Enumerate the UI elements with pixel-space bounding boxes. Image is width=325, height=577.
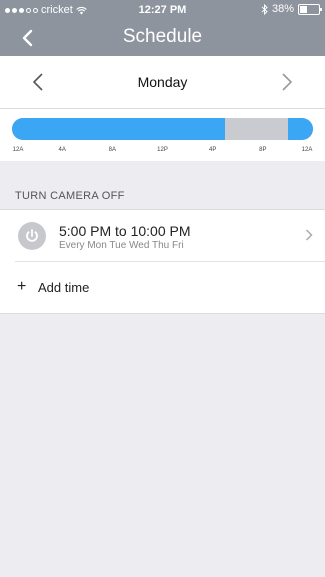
battery-icon [298, 3, 322, 15]
timeline-tick-label: 8A [108, 147, 116, 153]
battery-percent: 38% [271, 3, 294, 15]
selected-day: Monday [137, 74, 188, 90]
day-selector: Monday [0, 56, 325, 108]
plus-icon: + [17, 278, 27, 295]
timeline-on-segment [287, 118, 313, 140]
schedule-time-range: 5:00 PM to 10:00 PM [59, 223, 191, 239]
timeline-on-segment [12, 118, 226, 140]
next-day-chevron-icon[interactable] [281, 72, 293, 92]
timeline-tick-label: 4P [208, 147, 217, 153]
day-timeline: 12A 4A 8A 12P 4P 8P 12A [0, 108, 325, 161]
schedule-days: Every Mon Tue Wed Thu Fri [59, 240, 184, 251]
chevron-right-icon [305, 229, 313, 241]
add-time-button[interactable]: + Add time [0, 262, 325, 313]
timeline-tick-label: 12P [157, 147, 168, 153]
power-icon [18, 222, 46, 250]
schedule-row[interactable]: 5:00 PM to 10:00 PM Every Mon Tue Wed Th… [0, 210, 325, 261]
timeline-tick-label: 12A [12, 147, 24, 153]
bluetooth-icon [261, 3, 268, 15]
page-title: Schedule [122, 26, 203, 47]
timeline-tick-label: 8P [259, 147, 267, 153]
schedule-list: 5:00 PM to 10:00 PM Every Mon Tue Wed Th… [0, 209, 325, 314]
timeline-bar [12, 118, 313, 140]
timeline-tick-label: 12A [301, 147, 313, 153]
timeline-tick-label: 4A [58, 147, 66, 153]
section-label: TURN CAMERA OFF [15, 190, 125, 202]
nav-bar: Schedule [0, 20, 325, 56]
timeline-ticks: 12A 4A 8A 12P 4P 8P 12A [12, 147, 313, 157]
status-bar: cricket 12:27 PM 38% [0, 0, 325, 20]
add-time-label: Add time [38, 280, 90, 295]
status-right: 38% [261, 3, 322, 15]
